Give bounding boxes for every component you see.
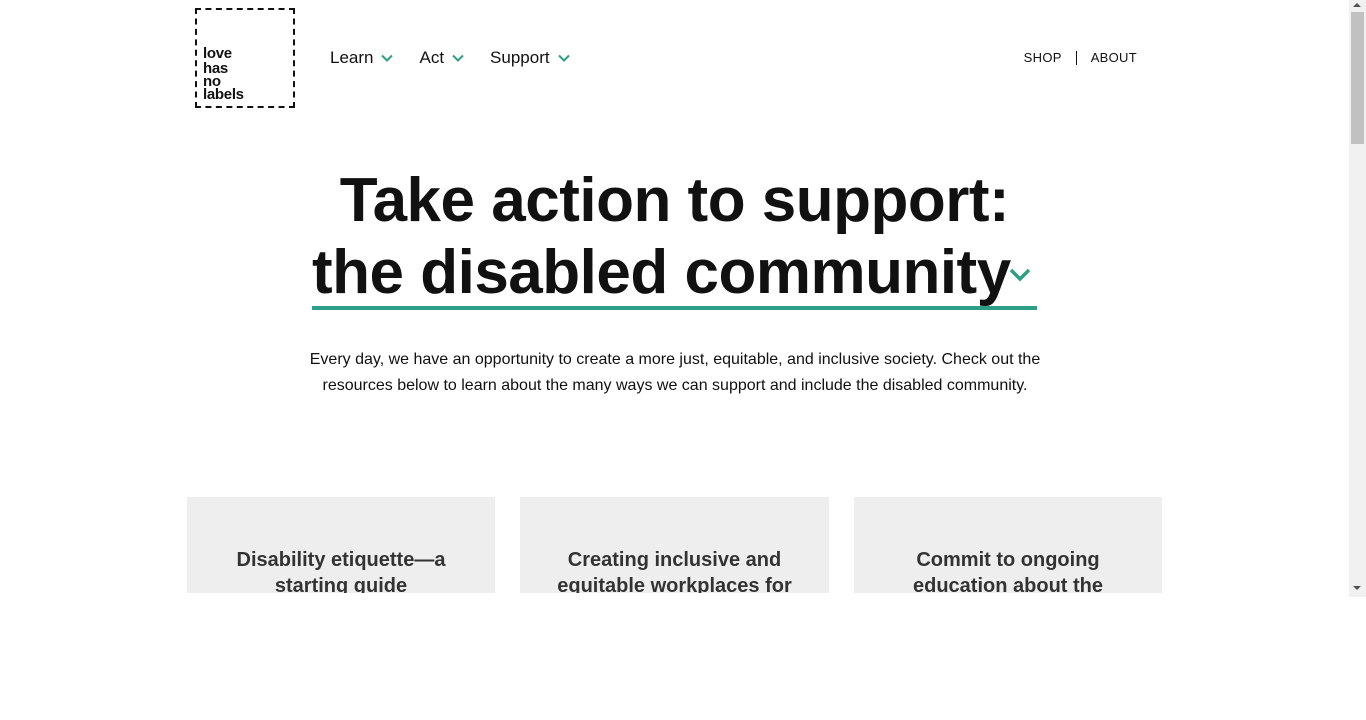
logo-text-labels: labels xyxy=(203,86,244,103)
about-link[interactable]: ABOUT xyxy=(1091,50,1137,65)
hero-title: Take action to support: xyxy=(339,166,1010,235)
blank-area xyxy=(0,593,1366,720)
utility-nav: SHOP ABOUT xyxy=(1024,50,1137,65)
card-title: Disability etiquette—a starting guide xyxy=(236,549,446,593)
card-title: Commit to ongoing education about the xyxy=(913,549,1103,593)
nav-item-act[interactable]: Act xyxy=(419,48,464,68)
hero-intro-text: Every day, we have an opportunity to cre… xyxy=(309,351,1041,394)
scroll-up-icon[interactable] xyxy=(1353,3,1361,7)
resource-card[interactable]: Commit to ongoing education about the xyxy=(854,497,1162,593)
chevron-down-icon xyxy=(557,54,570,62)
resource-card[interactable]: Creating inclusive and equitable workpla… xyxy=(520,497,829,593)
community-select-value: the disabled community xyxy=(312,238,1011,307)
card-title: Creating inclusive and equitable workpla… xyxy=(557,549,792,593)
nav-label-learn: Learn xyxy=(330,48,374,67)
chevron-down-icon xyxy=(381,54,394,62)
community-select[interactable]: the disabled community xyxy=(312,238,1037,310)
chevron-down-icon xyxy=(452,54,464,62)
logo-text-love: love xyxy=(203,45,232,62)
nav-item-learn[interactable]: Learn xyxy=(330,48,394,68)
scroll-down-icon[interactable] xyxy=(1353,586,1361,590)
nav-label-act: Act xyxy=(419,48,445,67)
main-nav: Learn Act Support xyxy=(330,48,596,68)
nav-item-support[interactable]: Support xyxy=(490,48,570,68)
page: love has no labels Learn Act Support SHO… xyxy=(0,0,1349,593)
resource-card[interactable]: Disability etiquette—a starting guide xyxy=(187,497,495,593)
scrollbar-thumb[interactable] xyxy=(1351,12,1364,144)
chevron-down-icon xyxy=(1009,268,1031,282)
nav-label-support: Support xyxy=(490,48,550,67)
site-logo[interactable]: love has no labels xyxy=(195,8,295,108)
shop-link[interactable]: SHOP xyxy=(1024,50,1062,65)
vertical-scrollbar[interactable] xyxy=(1349,0,1366,597)
divider xyxy=(1075,50,1077,65)
